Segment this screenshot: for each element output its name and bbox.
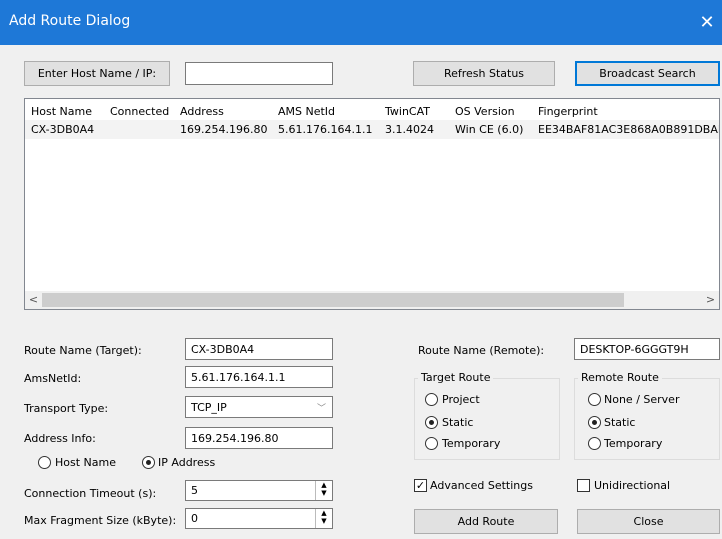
radio-target-static[interactable]: [425, 416, 438, 429]
enter-host-button[interactable]: Enter Host Name / IP:: [24, 61, 170, 86]
unidirectional-label[interactable]: Unidirectional: [594, 479, 670, 492]
scroll-left-icon[interactable]: <: [25, 291, 42, 309]
address-info-input[interactable]: 169.254.196.80: [185, 427, 333, 449]
add-route-dialog: Add Route Dialog ✕ Enter Host Name / IP:…: [0, 0, 722, 539]
transport-type-select[interactable]: TCP_IP ﹀: [185, 396, 333, 418]
connection-timeout-value: 5: [191, 484, 198, 497]
target-route-label: Target Route: [418, 371, 494, 384]
scroll-thumb[interactable]: [42, 293, 624, 307]
horizontal-scrollbar[interactable]: < >: [25, 291, 719, 309]
radio-target-project-label[interactable]: Project: [442, 393, 480, 406]
column-host-name[interactable]: Host Name: [31, 105, 92, 118]
close-icon[interactable]: ✕: [692, 8, 722, 38]
advanced-settings-label[interactable]: Advanced Settings: [430, 479, 533, 492]
stepper-arrows-icon[interactable]: ▲ ▼: [315, 509, 332, 528]
close-button[interactable]: Close: [577, 509, 720, 534]
cell-os-version: Win CE (6.0): [455, 123, 524, 136]
transport-type-label: Transport Type:: [24, 402, 109, 415]
host-ip-input[interactable]: [185, 62, 333, 85]
add-route-button[interactable]: Add Route: [414, 509, 558, 534]
column-fingerprint[interactable]: Fingerprint: [538, 105, 598, 118]
max-fragment-label: Max Fragment Size (kByte):: [24, 514, 177, 527]
route-name-remote-input[interactable]: DESKTOP-6GGGT9H: [574, 338, 720, 360]
advanced-settings-checkbox[interactable]: ✓: [414, 479, 427, 492]
connection-timeout-stepper[interactable]: 5 ▲ ▼: [185, 480, 333, 501]
transport-type-value: TCP_IP: [191, 401, 227, 414]
refresh-status-button[interactable]: Refresh Status: [413, 61, 555, 86]
stepper-arrows-icon[interactable]: ▲ ▼: [315, 481, 332, 500]
remote-route-label: Remote Route: [578, 371, 662, 384]
cell-address: 169.254.196.80: [180, 123, 268, 136]
amsnetid-label: AmsNetId:: [24, 372, 82, 385]
max-fragment-stepper[interactable]: 0 ▲ ▼: [185, 508, 333, 529]
broadcast-search-button[interactable]: Broadcast Search: [575, 61, 720, 86]
radio-host-name[interactable]: [38, 456, 51, 469]
radio-ip-address[interactable]: [142, 456, 155, 469]
max-fragment-value: 0: [191, 512, 198, 525]
radio-remote-none[interactable]: [588, 393, 601, 406]
radio-remote-temporary-label[interactable]: Temporary: [604, 437, 662, 450]
cell-ams-netid: 5.61.176.164.1.1: [278, 123, 373, 136]
title-bar: Add Route Dialog ✕: [0, 0, 722, 45]
radio-remote-static-label[interactable]: Static: [604, 416, 635, 429]
column-ams-netid[interactable]: AMS NetId: [278, 105, 335, 118]
column-address[interactable]: Address: [180, 105, 224, 118]
host-list[interactable]: Host Name Connected Address AMS NetId Tw…: [24, 98, 720, 310]
cell-fingerprint: EE34BAF81AC3E868A0B891DBAE: [538, 123, 720, 136]
radio-remote-temporary[interactable]: [588, 437, 601, 450]
radio-target-project[interactable]: [425, 393, 438, 406]
radio-remote-static[interactable]: [588, 416, 601, 429]
scroll-right-icon[interactable]: >: [702, 291, 719, 309]
amsnetid-input[interactable]: 5.61.176.164.1.1: [185, 366, 333, 388]
radio-host-name-label[interactable]: Host Name: [55, 456, 116, 469]
cell-twincat: 3.1.4024: [385, 123, 434, 136]
cell-host-name: CX-3DB0A4: [31, 123, 95, 136]
column-os-version[interactable]: OS Version: [455, 105, 515, 118]
route-name-input[interactable]: CX-3DB0A4: [185, 338, 333, 360]
column-connected[interactable]: Connected: [110, 105, 169, 118]
column-twincat[interactable]: TwinCAT: [385, 105, 430, 118]
unidirectional-checkbox[interactable]: [577, 479, 590, 492]
window-title: Add Route Dialog: [9, 13, 131, 29]
chevron-down-icon[interactable]: ﹀: [317, 401, 326, 417]
route-name-label: Route Name (Target):: [24, 344, 142, 357]
radio-target-temporary[interactable]: [425, 437, 438, 450]
radio-target-static-label[interactable]: Static: [442, 416, 473, 429]
address-info-label: Address Info:: [24, 432, 96, 445]
radio-target-temporary-label[interactable]: Temporary: [442, 437, 500, 450]
route-name-remote-label: Route Name (Remote):: [418, 344, 545, 357]
connection-timeout-label: Connection Timeout (s):: [24, 487, 157, 500]
radio-ip-address-label[interactable]: IP Address: [158, 456, 215, 469]
radio-remote-none-label[interactable]: None / Server: [604, 393, 679, 406]
